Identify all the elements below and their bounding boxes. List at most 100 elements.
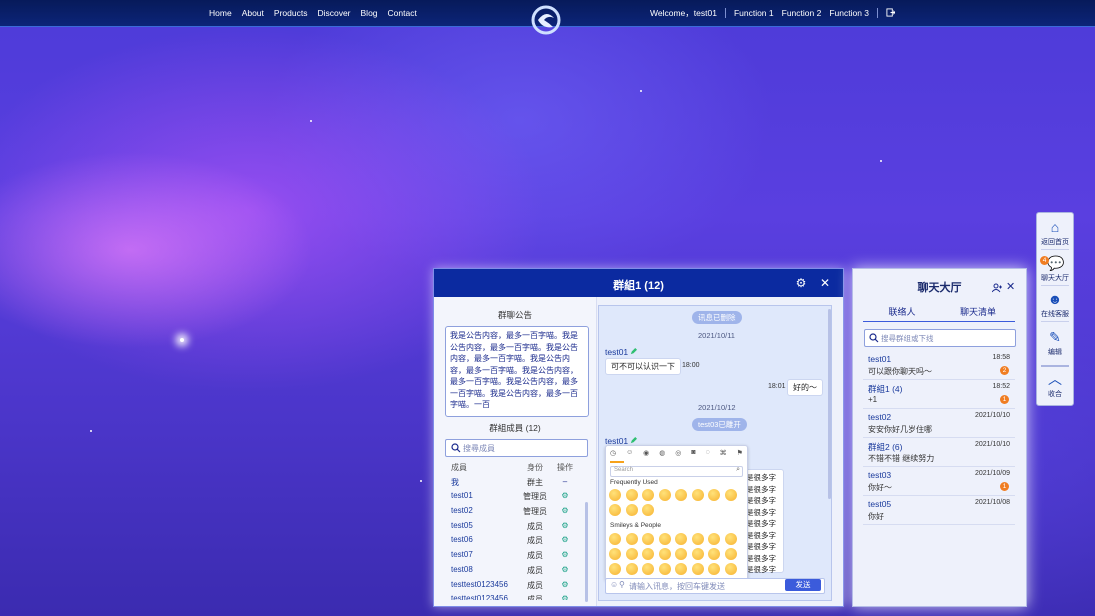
animal-icon[interactable]: ◉ [643,449,649,461]
emoji[interactable] [658,533,671,545]
food-icon[interactable]: ◍ [659,449,665,461]
gear-icon[interactable]: ⚙ [794,276,808,290]
chat-list-item[interactable]: test03 你好～ 2021/10/09 1 [863,467,1015,496]
chat-list-item[interactable]: 群組1 (4) +1 18:52 1 [863,380,1015,409]
member-settings-icon[interactable]: ⚙ [558,580,572,589]
emoji[interactable] [658,489,671,501]
nav-discover[interactable]: Discover [317,8,350,18]
tab-chat-list[interactable]: 聊天清单 [939,305,1017,318]
smiley-icon[interactable]: ☺ [626,449,633,461]
emoji[interactable] [609,504,621,516]
nav-about[interactable]: About [242,8,264,18]
emoji[interactable] [642,563,654,575]
member-name[interactable]: test08 [451,565,473,574]
emoji[interactable] [658,563,671,575]
member-settings-icon[interactable]: ⚙ [558,491,572,500]
nav-function-2[interactable]: Function 2 [782,8,822,18]
emoji[interactable] [625,563,638,575]
emoji[interactable] [691,533,704,545]
emoji[interactable] [675,548,687,560]
pencil-icon[interactable] [630,348,637,355]
flag-icon[interactable]: ⚑ [737,449,743,461]
unread-badge: 1 [1000,395,1009,404]
member-settings-icon[interactable]: ⚙ [558,535,572,544]
emoji[interactable] [724,489,737,501]
chat-list-item[interactable]: 群組2 (6) 不错不错 继续努力 2021/10/10 [863,438,1015,467]
emoji[interactable] [642,533,654,545]
bulb-icon[interactable]: ◌ [706,449,710,461]
emoji[interactable] [658,548,671,560]
pencil-icon[interactable] [630,437,637,444]
dock-edit[interactable]: ✎ 编辑 [1037,329,1073,357]
nav-function-3[interactable]: Function 3 [829,8,869,18]
chat-list-item[interactable]: test01 可以跟你聊天吗～ 18:58 2 [863,351,1015,380]
member-list-scrollbar[interactable] [585,502,588,602]
emoji[interactable] [724,563,737,575]
emoji[interactable] [691,563,704,575]
nav-home[interactable]: Home [209,8,232,18]
emoji-icon[interactable]: ☺ [610,580,618,589]
emoji[interactable] [609,533,621,545]
emoji[interactable] [625,533,638,545]
clock-icon[interactable]: ◷ [610,449,616,461]
member-search-input[interactable]: 搜尋成員 [445,439,588,457]
emoji[interactable] [691,548,704,560]
member-name[interactable]: test01 [451,491,473,500]
member-settings-icon[interactable]: ⚙ [558,506,572,515]
message-scrollbar[interactable] [828,309,831,499]
member-settings-icon[interactable]: ⚙ [558,565,572,574]
site-logo[interactable] [529,3,563,37]
emoji-search-input[interactable]: Search ⌕ [610,466,743,477]
emoji[interactable] [609,489,621,501]
dock-collapse[interactable]: ︿ 收合 [1037,371,1073,399]
sender-name[interactable]: test01 [605,347,628,357]
chat-list-item[interactable]: test02 安安你好几岁住哪 2021/10/10 [863,409,1015,438]
symbol-icon[interactable]: ⌘ [720,449,727,461]
tab-contacts[interactable]: 联络人 [863,305,941,318]
dock-support[interactable]: ☻ 在线客服 [1037,291,1073,319]
emoji[interactable] [691,489,704,501]
emoji[interactable] [625,504,638,516]
emoji[interactable] [675,489,687,501]
emoji[interactable] [708,489,720,501]
nav-blog[interactable]: Blog [361,8,378,18]
emoji[interactable] [625,489,638,501]
emoji[interactable] [708,533,720,545]
emoji[interactable] [609,548,621,560]
emoji[interactable] [708,548,720,560]
member-name[interactable]: testtest0123456 [451,580,508,589]
member-name[interactable]: testtest0123456 [451,594,508,600]
chat-list-item[interactable]: test05 你好 2021/10/08 [863,496,1015,525]
send-button[interactable]: 发送 [785,579,821,591]
logout-icon[interactable] [886,7,896,19]
member-name[interactable]: test02 [451,506,473,515]
lobby-search-input[interactable]: 搜尋群组或下线 [864,329,1016,347]
close-icon[interactable]: ✕ [1006,280,1015,293]
member-settings-icon[interactable]: ⚙ [558,521,572,530]
nav-function-1[interactable]: Function 1 [734,8,774,18]
emoji[interactable] [675,563,687,575]
member-settings-icon[interactable]: ⚙ [558,594,572,600]
member-name[interactable]: test06 [451,535,473,544]
member-settings-icon[interactable]: ⚙ [558,550,572,559]
emoji[interactable] [642,504,654,516]
member-name[interactable]: test05 [451,521,473,530]
dock-home[interactable]: ⌂ 返回首页 [1037,219,1073,247]
close-icon[interactable]: ✕ [818,276,832,290]
emoji[interactable] [625,548,638,560]
ball-icon[interactable]: ◎ [675,449,681,461]
car-icon[interactable]: ◙ [691,449,695,461]
attachment-icon[interactable]: ⚲ [619,580,625,589]
emoji[interactable] [675,533,687,545]
emoji[interactable] [609,563,621,575]
emoji[interactable] [724,548,737,560]
nav-contact[interactable]: Contact [388,8,417,18]
nav-products[interactable]: Products [274,8,308,18]
member-name[interactable]: 我 [451,477,459,488]
emoji[interactable] [642,489,654,501]
add-group-icon[interactable] [992,283,1002,293]
emoji[interactable] [642,548,654,560]
emoji[interactable] [708,563,720,575]
member-name[interactable]: test07 [451,550,473,559]
emoji[interactable] [724,533,737,545]
